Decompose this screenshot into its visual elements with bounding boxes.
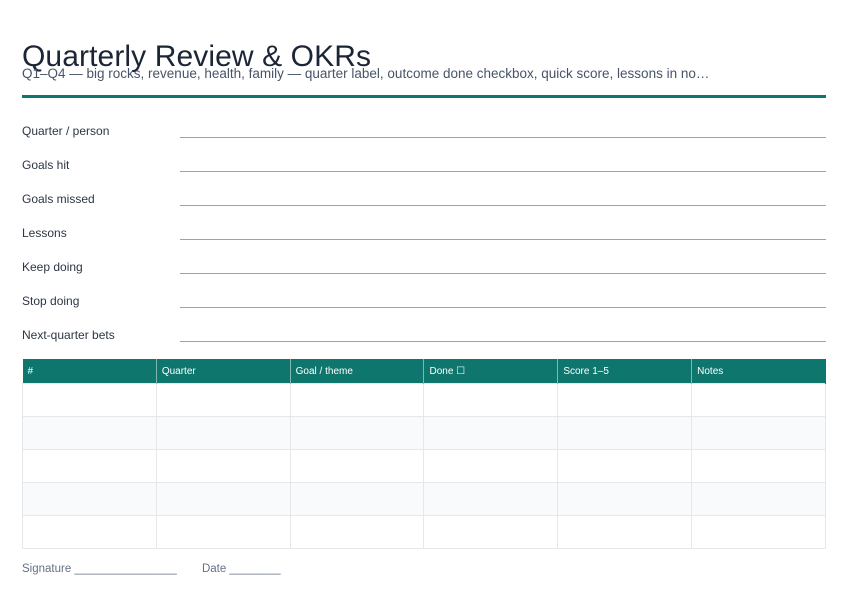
signature-line[interactable]: Signature ________________ <box>22 563 177 575</box>
table-cell[interactable] <box>22 416 157 450</box>
field-quarter-person: Quarter / person <box>22 113 826 147</box>
table-cell[interactable] <box>155 383 291 417</box>
page-subtitle: Q1–Q4 — big rocks, revenue, health, fami… <box>22 66 710 81</box>
table-cell[interactable] <box>155 449 291 483</box>
table-row <box>22 449 826 483</box>
field-label: Next-quarter bets <box>22 328 115 342</box>
table-cell[interactable] <box>155 482 291 516</box>
column-header-score: Score 1–5 <box>557 359 693 384</box>
field-input-line[interactable] <box>180 341 826 342</box>
table-cell[interactable] <box>691 449 826 483</box>
table-header-row: # Quarter Goal / theme Done ☐ Score 1–5 … <box>22 359 826 384</box>
table-cell[interactable] <box>155 515 291 549</box>
field-input-line[interactable] <box>180 137 826 138</box>
table-cell[interactable] <box>289 482 425 516</box>
column-header-notes: Notes <box>691 359 826 384</box>
table-cell[interactable] <box>691 482 826 516</box>
field-label: Stop doing <box>22 294 80 308</box>
table-cell[interactable] <box>423 383 559 417</box>
table-row <box>22 416 826 450</box>
field-input-line[interactable] <box>180 205 826 206</box>
table-cell[interactable] <box>289 416 425 450</box>
table-cell[interactable] <box>155 416 291 450</box>
table-row <box>22 515 826 549</box>
table-cell[interactable] <box>423 449 559 483</box>
field-stop-doing: Stop doing <box>22 283 826 317</box>
field-label: Goals missed <box>22 192 95 206</box>
table-cell[interactable] <box>22 482 157 516</box>
date-line[interactable]: Date ________ <box>202 563 281 575</box>
signature-footer: Signature ________________ Date ________ <box>22 563 303 575</box>
table-cell[interactable] <box>22 515 157 549</box>
table-cell[interactable] <box>557 383 693 417</box>
column-header-done: Done ☐ <box>423 359 559 384</box>
field-input-line[interactable] <box>180 239 826 240</box>
table-cell[interactable] <box>22 383 157 417</box>
field-label: Lessons <box>22 226 67 240</box>
table-cell[interactable] <box>691 416 826 450</box>
table-cell[interactable] <box>423 515 559 549</box>
table-cell[interactable] <box>423 416 559 450</box>
table-cell[interactable] <box>691 383 826 417</box>
table-cell[interactable] <box>22 449 157 483</box>
field-label: Keep doing <box>22 260 83 274</box>
field-goals-missed: Goals missed <box>22 181 826 215</box>
table-cell[interactable] <box>557 449 693 483</box>
field-label: Goals hit <box>22 158 70 172</box>
field-input-line[interactable] <box>180 273 826 274</box>
field-keep-doing: Keep doing <box>22 249 826 283</box>
field-label: Quarter / person <box>22 124 110 138</box>
field-input-line[interactable] <box>180 171 826 172</box>
table-row <box>22 482 826 516</box>
table-cell[interactable] <box>557 416 693 450</box>
field-lessons: Lessons <box>22 215 826 249</box>
table-cell[interactable] <box>557 482 693 516</box>
field-next-quarter-bets: Next-quarter bets <box>22 317 826 351</box>
header-divider <box>22 95 826 98</box>
column-header-goal-theme: Goal / theme <box>290 359 425 384</box>
fields-section: Quarter / person Goals hit Goals missed … <box>22 113 826 351</box>
table-cell[interactable] <box>289 383 425 417</box>
okr-table: # Quarter Goal / theme Done ☐ Score 1–5 … <box>22 359 826 549</box>
table-cell[interactable] <box>289 449 425 483</box>
field-goals-hit: Goals hit <box>22 147 826 181</box>
table-cell[interactable] <box>423 482 559 516</box>
field-input-line[interactable] <box>180 307 826 308</box>
table-row <box>22 383 826 417</box>
table-cell[interactable] <box>691 515 826 549</box>
column-header-number: # <box>22 359 157 384</box>
table-cell[interactable] <box>557 515 693 549</box>
column-header-quarter: Quarter <box>156 359 291 384</box>
table-cell[interactable] <box>289 515 425 549</box>
